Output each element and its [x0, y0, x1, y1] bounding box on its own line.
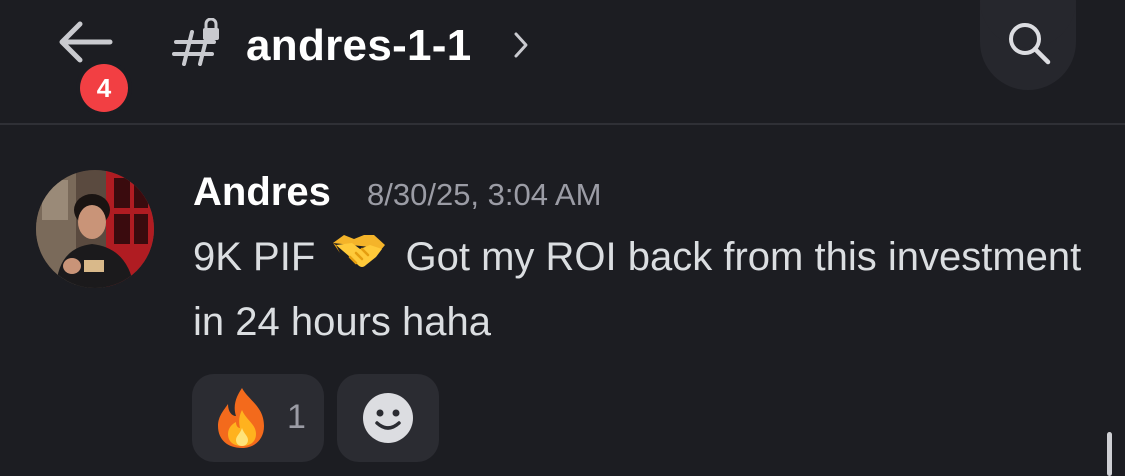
handshake-emoji-icon [330, 227, 388, 291]
back-button[interactable]: 4 [50, 12, 130, 112]
message-timestamp: 8/30/25, 3:04 AM [367, 177, 602, 212]
fire-icon [214, 386, 270, 455]
header-divider [0, 123, 1125, 125]
message-text-part-2: Got my ROI back from this investment in … [193, 235, 1082, 345]
arrow-left-icon [59, 21, 113, 63]
add-reaction-button[interactable] [337, 374, 439, 462]
smiley-add-reaction-icon [363, 393, 413, 443]
channel-title[interactable]: andres-1-1 [246, 20, 472, 72]
channel-header: 4 andres-1-1 [0, 0, 1125, 123]
reaction-count: 1 [287, 398, 306, 436]
message-author[interactable]: Andres [193, 168, 331, 216]
chevron-right-icon[interactable] [512, 30, 530, 65]
message-content: 9K PIF Got my ROI back from this investm… [193, 226, 1093, 353]
locked-channel-hash-icon [170, 17, 224, 72]
unread-badge: 4 [80, 64, 128, 112]
scrollbar[interactable] [1107, 432, 1112, 476]
search-button[interactable] [980, 0, 1076, 90]
message-text-part-1: 9K PIF [193, 235, 316, 279]
search-icon [1009, 23, 1051, 65]
avatar[interactable] [36, 170, 154, 288]
chat-screen: 4 andres-1-1 Andres 8/30/25, 3:04 AM 9K … [0, 0, 1125, 476]
